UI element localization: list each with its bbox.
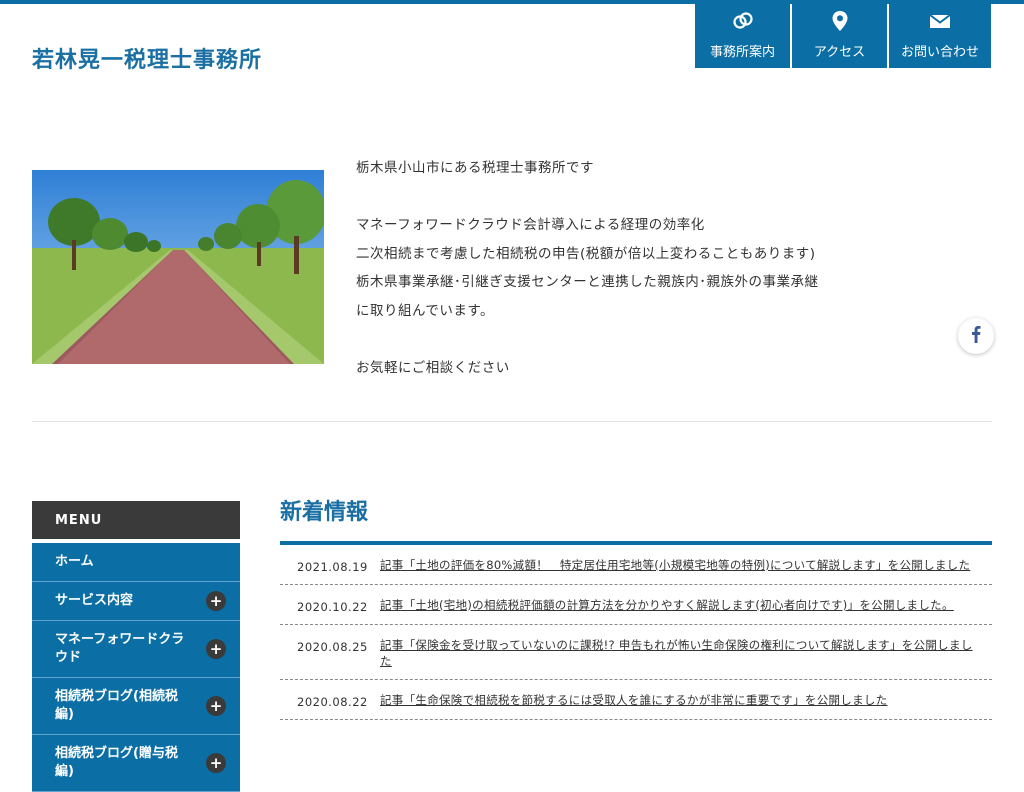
news-date: 2020.08.22 — [297, 695, 368, 709]
news-item: 2021.08.19 記事「土地の評価を80%減額！ 特定居住用宅地等(小規模宅… — [280, 545, 992, 585]
nav-label: 事務所案内 — [709, 45, 775, 60]
news-link[interactable]: 記事「保険金を受け取っていないのに課税!? 申告もれが怖い生命保険の権利について… — [380, 637, 992, 669]
news-link[interactable]: 記事「生命保険で相続税を節税するには受取人を誰にするかが非常に重要です」を公開し… — [380, 692, 992, 709]
nav-label: お問い合わせ — [900, 45, 979, 60]
expand-plus-icon[interactable]: + — [206, 753, 226, 773]
sidebar-item-label: 相続税ブログ(贈与税編) — [55, 746, 178, 779]
news-heading: 新着情報 — [280, 500, 369, 525]
intro-line: に取り組んでいます。 — [356, 302, 494, 319]
sidebar-item-moneyforward[interactable]: マネーフォワードクラウド + — [32, 621, 240, 678]
news-item: 2020.10.22 記事「土地(宅地)の相続税評価額の計算方法を分かりやすく解… — [280, 585, 992, 625]
intro-line: 二次相続まで考慮した相続税の申告(税額が倍以上変わることもあります) — [356, 245, 816, 262]
nav-access[interactable]: アクセス — [792, 4, 887, 68]
news-item: 2020.08.22 記事「生命保険で相続税を節税するには受取人を誰にするかが非… — [280, 680, 992, 720]
news-date: 2021.08.19 — [297, 560, 368, 574]
intro-line: マネーフォワードクラウド会計導入による経理の効率化 — [356, 217, 705, 233]
sidebar-item-label: サービス内容 — [55, 593, 134, 608]
expand-plus-icon[interactable]: + — [206, 591, 226, 611]
nav-label: アクセス — [813, 45, 866, 60]
intro-spacer — [356, 183, 916, 212]
sidebar-item-label: マネーフォワードクラウド — [55, 632, 185, 665]
nav-office-info[interactable]: 事務所案内 — [695, 4, 790, 68]
news-date: 2020.08.25 — [297, 640, 368, 654]
facebook-icon — [971, 325, 981, 347]
intro-line: お気軽にご相談ください — [356, 359, 510, 376]
news-date: 2020.10.22 — [297, 600, 368, 614]
sidebar-item-label: 相続税ブログ(相続税編) — [55, 689, 178, 722]
expand-plus-icon[interactable]: + — [206, 639, 226, 659]
office-icon — [732, 10, 754, 32]
site-title[interactable]: 若林晃一税理士事務所 — [32, 42, 262, 74]
menu-list: ホーム サービス内容 + マネーフォワードクラウド + 相続税ブログ(相続税編)… — [32, 543, 240, 792]
global-nav: 事務所案内 アクセス お問い合わせ — [695, 4, 991, 68]
news-link[interactable]: 記事「土地(宅地)の相続税評価額の計算方法を分かりやすく解説します(初心者向けで… — [380, 597, 992, 614]
news-link[interactable]: 記事「土地の評価を80%減額！ 特定居住用宅地等(小規模宅地等の特例)について解… — [380, 557, 992, 574]
nav-contact[interactable]: お問い合わせ — [889, 4, 991, 68]
section-divider — [32, 421, 992, 422]
park-path-photo — [32, 170, 324, 364]
sidebar-item-gift-tax-blog[interactable]: 相続税ブログ(贈与税編) + — [32, 735, 240, 792]
sidebar-item-label: ホーム — [55, 554, 94, 569]
sidebar-item-services[interactable]: サービス内容 + — [32, 582, 240, 621]
intro-line: 栃木県小山市にある税理士事務所です — [356, 160, 594, 176]
intro-text: 栃木県小山市にある税理士事務所です マネーフォワードクラウド会計導入による経理の… — [356, 154, 916, 382]
menu-heading: MENU — [32, 501, 240, 543]
sidebar-menu: MENU ホーム サービス内容 + マネーフォワードクラウド + 相続税ブログ(… — [32, 501, 240, 792]
news-section: 新着情報 2021.08.19 記事「土地の評価を80%減額！ 特定居住用宅地等… — [280, 496, 992, 720]
location-pin-icon — [829, 10, 851, 32]
intro-line: 栃木県事業承継･引継ぎ支援センターと連携した親族内･親族外の事業承継 — [356, 274, 819, 290]
sidebar-item-home[interactable]: ホーム — [32, 543, 240, 582]
intro-spacer — [356, 325, 916, 354]
sidebar-item-inheritance-blog[interactable]: 相続税ブログ(相続税編) + — [32, 678, 240, 735]
facebook-share-button[interactable] — [958, 318, 994, 354]
mail-icon — [929, 10, 951, 32]
expand-plus-icon[interactable]: + — [206, 696, 226, 716]
news-item: 2020.08.25 記事「保険金を受け取っていないのに課税!? 申告もれが怖い… — [280, 625, 992, 680]
